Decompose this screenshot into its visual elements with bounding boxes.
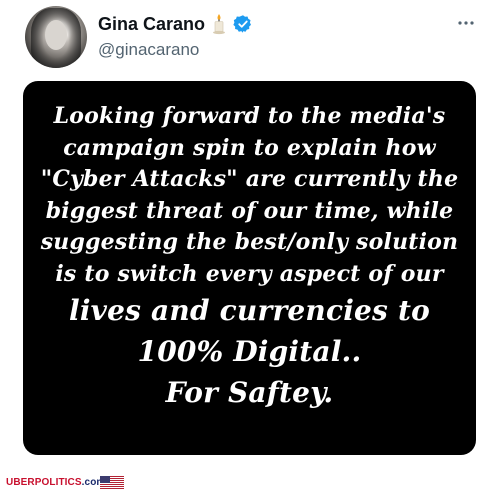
watermark: UBERPOLITICS.com [0,474,500,492]
quote-line: is to switch every aspect of our [55,260,444,287]
tweet-image[interactable]: Looking forward to the media's campaign … [23,81,476,455]
quote-line: "Cyber Attacks" are currently the [40,166,459,192]
tweet: Gina Carano @ginacarano Looking forward [0,0,500,470]
us-flag-icon [100,476,124,489]
quote-line: Looking forward to the media's [53,103,446,129]
quote-line: 100% Digital.. [137,335,362,368]
author-name[interactable]: Gina Carano [98,14,205,35]
author-handle[interactable]: @ginacarano [98,40,199,60]
author-name-row: Gina Carano [98,12,253,36]
image-quote-text: Looking forward to the media's campaign … [31,81,469,413]
watermark-text: UBERPOLITICS.com [6,477,105,488]
watermark-brand: UBERPOLITICS [6,477,82,488]
quote-line: campaign spin to explain how [63,134,436,161]
quote-line: For Saftey. [165,376,334,409]
more-options-icon[interactable] [455,12,477,34]
quote-line: biggest threat of our time, while [45,197,454,224]
quote-line: suggesting the best/only solution [40,229,459,255]
verified-badge-icon [233,14,253,34]
avatar-face [45,20,67,50]
candle-icon [211,13,227,35]
quote-line: lives and currencies to [68,294,430,327]
avatar[interactable] [25,6,87,68]
